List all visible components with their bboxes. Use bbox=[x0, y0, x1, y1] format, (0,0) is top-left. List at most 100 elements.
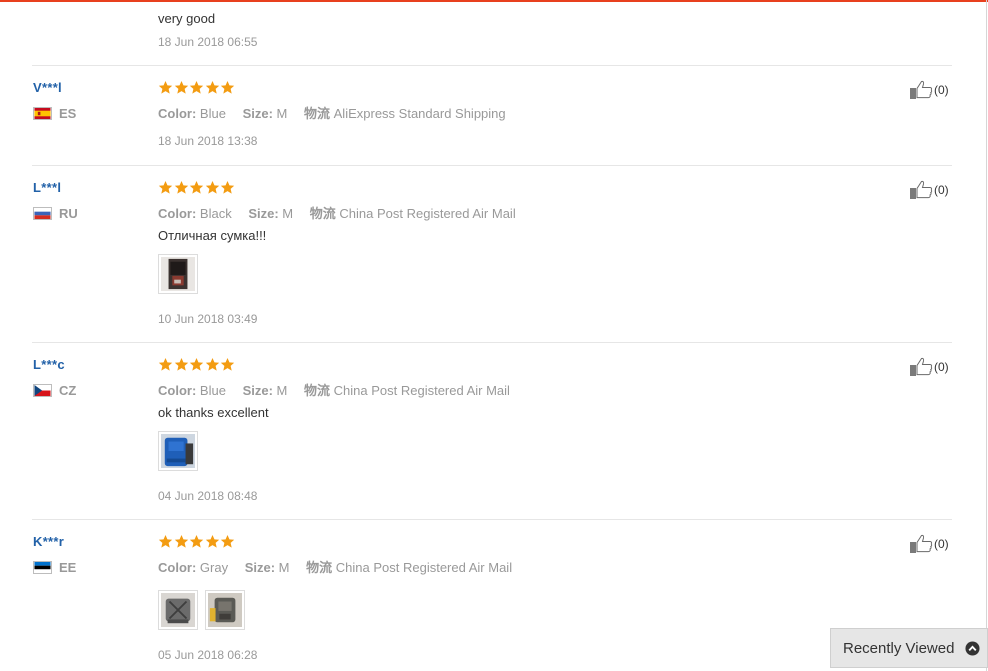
reviewer-name[interactable]: L***l bbox=[33, 180, 61, 195]
star-icon bbox=[158, 534, 173, 548]
review-photo-image bbox=[208, 593, 242, 627]
review-photo[interactable] bbox=[158, 431, 198, 471]
color-label: Color: bbox=[158, 383, 197, 398]
star-icon bbox=[158, 80, 173, 94]
color-value: Blue bbox=[199, 383, 226, 398]
reviewer-name[interactable]: V***l bbox=[33, 80, 62, 95]
flag-cz-icon bbox=[33, 384, 52, 397]
reviewer-name[interactable]: K***r bbox=[33, 534, 64, 549]
country-code: ES bbox=[59, 106, 77, 121]
size-value: M bbox=[282, 206, 294, 221]
shipping-value: China Post Registered Air Mail bbox=[339, 206, 516, 221]
reviewer-country: CZ bbox=[33, 383, 76, 398]
rating-stars bbox=[158, 180, 236, 195]
star-icon bbox=[220, 534, 235, 548]
review-photo[interactable] bbox=[158, 254, 198, 294]
star-icon bbox=[189, 534, 204, 548]
color-value: Black bbox=[199, 206, 232, 221]
rating-stars bbox=[158, 357, 236, 372]
review-divider bbox=[32, 165, 952, 166]
color-label: Color: bbox=[158, 106, 197, 121]
review-date: 10 Jun 2018 03:49 bbox=[158, 312, 258, 326]
review-divider bbox=[32, 519, 952, 520]
right-border bbox=[986, 0, 987, 671]
helpful-button[interactable]: (0) bbox=[909, 357, 949, 377]
flag-ru-icon bbox=[33, 207, 52, 220]
review-text: very good bbox=[158, 11, 216, 26]
order-info: Color: Gray Size: M 物流 China Post Regist… bbox=[158, 557, 512, 576]
star-icon bbox=[205, 80, 219, 94]
reviewer-country: EE bbox=[33, 560, 76, 575]
star-icon bbox=[205, 534, 219, 548]
country-code: EE bbox=[59, 560, 77, 575]
color-label: Color: bbox=[158, 206, 197, 221]
star-icon bbox=[189, 180, 204, 194]
star-icon bbox=[205, 180, 219, 194]
country-code: RU bbox=[59, 206, 78, 221]
star-icon bbox=[174, 357, 188, 371]
order-info: Color: Blue Size: M 物流 AliExpress Standa… bbox=[158, 103, 506, 122]
review-photo[interactable] bbox=[158, 590, 198, 630]
color-value: Gray bbox=[199, 560, 229, 575]
thumbs-up-icon bbox=[910, 180, 933, 199]
helpful-button[interactable]: (0) bbox=[909, 80, 949, 100]
review-text: Отличная сумка!!! bbox=[158, 228, 267, 243]
star-icon bbox=[174, 180, 188, 194]
star-icon bbox=[220, 357, 235, 371]
shipping-value: China Post Registered Air Mail bbox=[333, 383, 510, 398]
review-date: 18 Jun 2018 13:38 bbox=[158, 134, 258, 148]
reviewer-country: RU bbox=[33, 206, 78, 221]
star-icon bbox=[174, 80, 188, 94]
review-photo-image bbox=[161, 434, 195, 468]
thumbs-up-icon bbox=[910, 357, 933, 376]
size-value: M bbox=[276, 106, 288, 121]
reviewer-name[interactable]: L***c bbox=[33, 357, 65, 372]
rating-stars bbox=[158, 534, 236, 549]
shipping-label: 物流 bbox=[304, 106, 331, 121]
review-photo[interactable] bbox=[205, 590, 245, 630]
reviewer-country: ES bbox=[33, 106, 76, 121]
shipping-label: 物流 bbox=[304, 383, 331, 398]
helpful-count: (0) bbox=[934, 537, 949, 551]
order-info: Color: Black Size: M 物流 China Post Regis… bbox=[158, 203, 516, 222]
review-photo-image bbox=[161, 593, 195, 627]
size-label: Size: bbox=[242, 383, 273, 398]
size-label: Size: bbox=[242, 106, 273, 121]
chevron-up-icon bbox=[965, 640, 980, 656]
star-icon bbox=[158, 357, 173, 371]
thumbs-up-icon bbox=[910, 80, 933, 99]
review-text: ok thanks excellent bbox=[158, 405, 269, 420]
country-code: CZ bbox=[59, 383, 77, 398]
helpful-count: (0) bbox=[934, 360, 949, 374]
size-label: Size: bbox=[248, 206, 279, 221]
helpful-button[interactable]: (0) bbox=[909, 534, 949, 554]
review-date: 04 Jun 2018 08:48 bbox=[158, 489, 258, 503]
helpful-button[interactable]: (0) bbox=[909, 180, 949, 200]
color-value: Blue bbox=[199, 106, 226, 121]
review-photo-image bbox=[161, 257, 195, 291]
size-value: M bbox=[278, 560, 290, 575]
star-icon bbox=[174, 534, 188, 548]
review-divider bbox=[32, 342, 952, 343]
star-icon bbox=[158, 180, 173, 194]
star-icon bbox=[189, 80, 204, 94]
size-label: Size: bbox=[244, 560, 276, 575]
star-icon bbox=[205, 357, 219, 371]
shipping-value: AliExpress Standard Shipping bbox=[333, 106, 506, 121]
recently-viewed-button[interactable]: Recently Viewed bbox=[830, 628, 988, 668]
review-date: 18 Jun 2018 06:55 bbox=[158, 35, 258, 49]
thumbs-up-icon bbox=[910, 534, 933, 553]
size-value: M bbox=[276, 383, 288, 398]
flag-ee-icon bbox=[33, 561, 52, 574]
top-accent-bar bbox=[0, 0, 988, 2]
helpful-count: (0) bbox=[934, 83, 949, 97]
review-date: 05 Jun 2018 06:28 bbox=[158, 648, 258, 662]
color-label: Color: bbox=[158, 560, 197, 575]
helpful-count: (0) bbox=[934, 183, 949, 197]
shipping-label: 物流 bbox=[309, 206, 336, 221]
star-icon bbox=[220, 180, 235, 194]
review-divider bbox=[32, 65, 952, 66]
recently-viewed-label: Recently Viewed bbox=[843, 639, 955, 657]
star-icon bbox=[220, 80, 235, 94]
rating-stars bbox=[158, 80, 236, 95]
